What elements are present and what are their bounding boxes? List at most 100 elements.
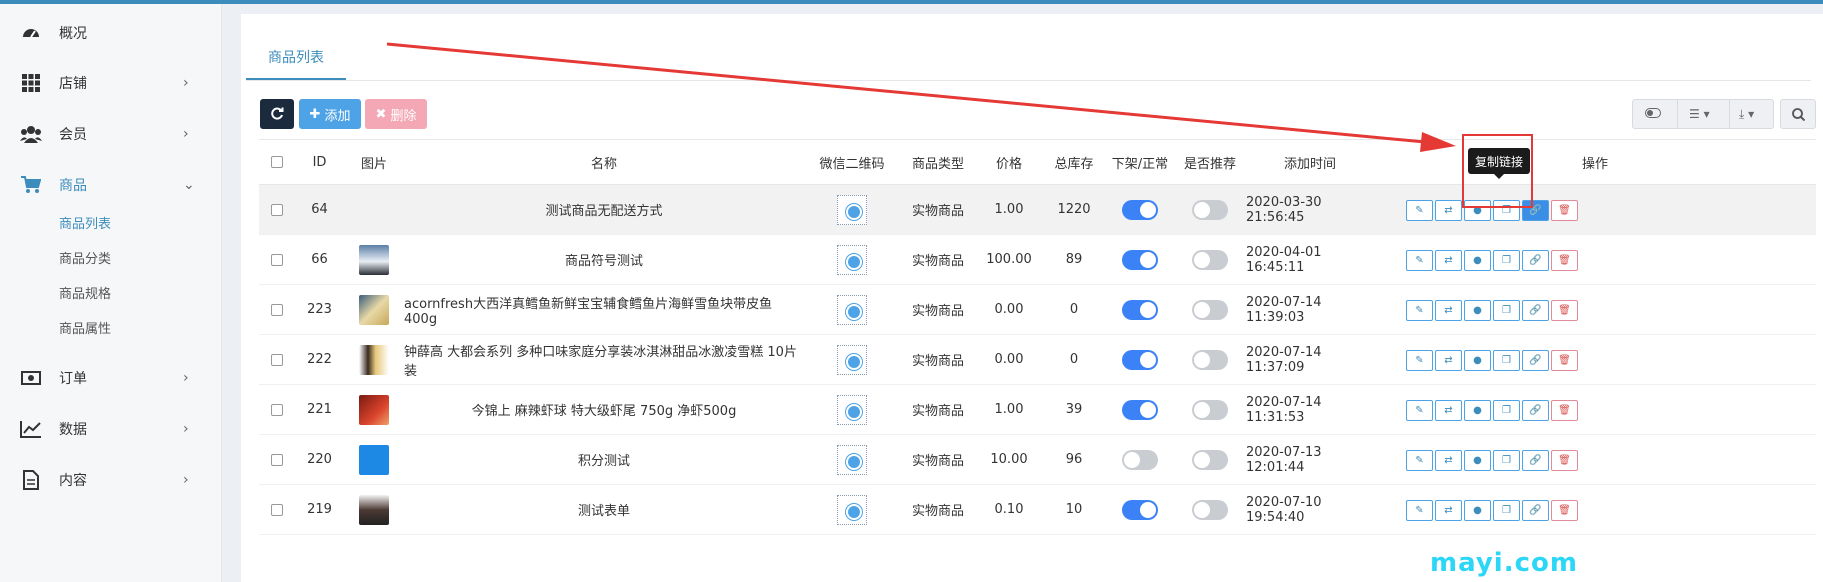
copy-product-button[interactable]: ⇄	[1435, 350, 1462, 371]
recommend-toggle[interactable]	[1192, 299, 1228, 320]
copy-product-button[interactable]: ⇄	[1435, 200, 1462, 221]
qrcode-icon[interactable]	[837, 194, 867, 225]
sidebar-item-orders[interactable]: 订单 ›	[0, 358, 222, 398]
add-button[interactable]: ✚ 添加	[299, 99, 361, 129]
recommend-toggle[interactable]	[1192, 249, 1228, 270]
row-checkbox-cell[interactable]	[259, 385, 295, 434]
duplicate-button[interactable]: ❐	[1493, 350, 1520, 371]
qrcode-icon[interactable]	[837, 494, 867, 525]
select-all-checkbox[interactable]	[271, 156, 283, 168]
refresh-button[interactable]	[260, 99, 294, 129]
row-checkbox-cell[interactable]	[259, 235, 295, 284]
recommend-toggle[interactable]	[1192, 199, 1228, 220]
delete-button[interactable]: ✖ 删除	[365, 99, 427, 129]
row-checkbox-cell[interactable]	[259, 485, 295, 534]
row-checkbox[interactable]	[271, 203, 283, 216]
row-checkbox-cell[interactable]	[259, 185, 295, 234]
status-toggle[interactable]	[1122, 299, 1158, 320]
copy-link-button[interactable]: 🔗	[1522, 500, 1549, 521]
sidebar-subitem-product-attribute[interactable]: 商品属性	[59, 318, 111, 337]
sidebar-item-products[interactable]: 商品 ⌄	[0, 165, 222, 205]
status-toggle[interactable]	[1122, 449, 1158, 470]
copy-product-button[interactable]: ⇄	[1435, 500, 1462, 521]
product-thumbnail[interactable]	[359, 494, 389, 525]
sidebar-subitem-product-spec[interactable]: 商品规格	[59, 283, 111, 302]
copy-link-button[interactable]: 🔗	[1522, 350, 1549, 371]
sidebar-item-content[interactable]: 内容 ›	[0, 460, 222, 500]
duplicate-button[interactable]: ❐	[1493, 500, 1520, 521]
copy-product-button[interactable]: ⇄	[1435, 400, 1462, 421]
product-thumbnail[interactable]	[359, 344, 389, 375]
qrcode-icon[interactable]	[837, 244, 867, 275]
copy-link-button[interactable]: 🔗	[1522, 250, 1549, 271]
search-button[interactable]	[1780, 99, 1816, 129]
sidebar-subitem-product-category[interactable]: 商品分类	[59, 248, 111, 267]
edit-button[interactable]: ✎	[1406, 250, 1433, 271]
recommend-toggle[interactable]	[1192, 449, 1228, 470]
recommend-toggle[interactable]	[1192, 399, 1228, 420]
copy-link-button[interactable]: 🔗	[1522, 300, 1549, 321]
comment-button[interactable]: ●	[1464, 350, 1491, 371]
toggle-view-icon[interactable]	[1645, 107, 1661, 121]
status-toggle[interactable]	[1122, 199, 1158, 220]
delete-row-button[interactable]: 🗑	[1551, 450, 1578, 471]
row-checkbox[interactable]	[271, 503, 283, 516]
delete-row-button[interactable]: 🗑	[1551, 500, 1578, 521]
comment-button[interactable]: ●	[1464, 250, 1491, 271]
product-thumbnail[interactable]	[359, 294, 389, 325]
select-all-checkbox-cell[interactable]	[259, 140, 295, 184]
copy-product-button[interactable]: ⇄	[1435, 250, 1462, 271]
sidebar-item-store[interactable]: 店铺 ›	[0, 63, 222, 103]
duplicate-button[interactable]: ❐	[1493, 300, 1520, 321]
sidebar-subitem-product-list[interactable]: 商品列表	[59, 213, 111, 232]
edit-button[interactable]: ✎	[1406, 200, 1433, 221]
qrcode-icon[interactable]	[837, 444, 867, 475]
recommend-toggle[interactable]	[1192, 349, 1228, 370]
qrcode-icon[interactable]	[837, 344, 867, 375]
sidebar-item-members[interactable]: 会员 ›	[0, 114, 222, 154]
duplicate-button[interactable]: ❐	[1493, 250, 1520, 271]
delete-row-button[interactable]: 🗑	[1551, 200, 1578, 221]
comment-button[interactable]: ●	[1464, 300, 1491, 321]
product-thumbnail[interactable]	[359, 244, 389, 275]
tab-product-list[interactable]: 商品列表	[246, 35, 346, 80]
sidebar-item-data[interactable]: 数据 ›	[0, 409, 222, 449]
row-checkbox-cell[interactable]	[259, 335, 295, 384]
row-checkbox[interactable]	[271, 253, 283, 266]
copy-link-button[interactable]: 🔗	[1522, 450, 1549, 471]
edit-button[interactable]: ✎	[1406, 500, 1433, 521]
recommend-toggle[interactable]	[1192, 499, 1228, 520]
export-icon[interactable]: ⤓ ▾	[1739, 107, 1754, 122]
row-checkbox-cell[interactable]	[259, 285, 295, 334]
edit-button[interactable]: ✎	[1406, 450, 1433, 471]
edit-button[interactable]: ✎	[1406, 350, 1433, 371]
delete-row-button[interactable]: 🗑	[1551, 350, 1578, 371]
row-checkbox[interactable]	[271, 303, 283, 316]
edit-button[interactable]: ✎	[1406, 400, 1433, 421]
row-checkbox[interactable]	[271, 353, 283, 366]
comment-button[interactable]: ●	[1464, 400, 1491, 421]
duplicate-button[interactable]: ❐	[1493, 400, 1520, 421]
copy-link-button[interactable]: 🔗	[1522, 400, 1549, 421]
delete-row-button[interactable]: 🗑	[1551, 300, 1578, 321]
status-toggle[interactable]	[1122, 349, 1158, 370]
qrcode-icon[interactable]	[837, 394, 867, 425]
columns-menu-icon[interactable]: ☰ ▾	[1689, 107, 1710, 121]
edit-button[interactable]: ✎	[1406, 300, 1433, 321]
duplicate-button[interactable]: ❐	[1493, 450, 1520, 471]
comment-button[interactable]: ●	[1464, 450, 1491, 471]
product-thumbnail[interactable]	[359, 444, 389, 475]
qrcode-icon[interactable]	[837, 294, 867, 325]
product-thumbnail[interactable]	[359, 394, 389, 425]
delete-row-button[interactable]: 🗑	[1551, 250, 1578, 271]
sidebar-item-overview[interactable]: 概况	[0, 13, 222, 53]
delete-row-button[interactable]: 🗑	[1551, 400, 1578, 421]
row-checkbox[interactable]	[271, 453, 283, 466]
status-toggle[interactable]	[1122, 499, 1158, 520]
status-toggle[interactable]	[1122, 249, 1158, 270]
copy-product-button[interactable]: ⇄	[1435, 450, 1462, 471]
header-id[interactable]: ID	[295, 140, 344, 184]
status-toggle[interactable]	[1122, 399, 1158, 420]
comment-button[interactable]: ●	[1464, 500, 1491, 521]
row-checkbox[interactable]	[271, 403, 283, 416]
